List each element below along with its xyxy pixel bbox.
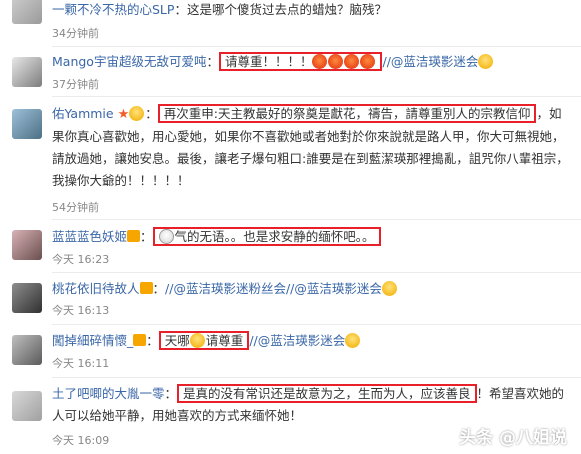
avatar[interactable] bbox=[12, 109, 42, 139]
username[interactable]: 蓝蓝蓝色妖姬 bbox=[52, 229, 127, 244]
faint-face-icon bbox=[158, 229, 174, 244]
mention-link[interactable]: //@蓝洁瑛影迷会 bbox=[249, 333, 345, 348]
timestamp: 54分钟前 bbox=[52, 201, 99, 214]
timestamp: 37分钟前 bbox=[52, 78, 99, 91]
divider bbox=[52, 272, 581, 273]
username[interactable]: Mango宇宙超级无敌可爱吨 bbox=[52, 54, 206, 69]
avatar[interactable] bbox=[12, 391, 42, 421]
username[interactable]: 佑Yammie bbox=[52, 106, 114, 121]
avatar[interactable] bbox=[12, 335, 42, 365]
divider bbox=[52, 46, 581, 47]
highlight-box: 再次重申:天主教最好的祭奠是獻花，禱告，請尊重別人的宗教信仰 bbox=[157, 104, 537, 123]
timestamp: 今天 16:13 bbox=[52, 304, 110, 317]
timestamp: 今天 16:09 bbox=[52, 434, 110, 447]
angry-face-icon bbox=[328, 54, 344, 69]
star-badge-icon: ★ bbox=[117, 107, 130, 122]
watermark: 头条 @八姐说 bbox=[459, 428, 567, 448]
comment-text: 气的无语。。也是求安静的缅怀吧。。 bbox=[174, 229, 375, 244]
mention-link[interactable]: //@蓝洁瑛影迷会 bbox=[382, 54, 478, 69]
timestamp: 34分钟前 bbox=[52, 27, 99, 40]
mention-link[interactable]: //@蓝洁瑛影迷会 bbox=[286, 281, 382, 296]
divider bbox=[52, 324, 581, 325]
avatar[interactable] bbox=[12, 0, 42, 24]
angry-face-icon bbox=[312, 54, 328, 69]
comment-text: 请尊重！！！！ bbox=[224, 54, 313, 69]
username[interactable]: 土了吧唧的大胤一零 bbox=[52, 386, 165, 401]
timestamp: 今天 16:11 bbox=[52, 357, 110, 370]
username[interactable]: 桃花依旧待故人 bbox=[52, 281, 140, 296]
comment-text: 请尊重 bbox=[205, 333, 244, 348]
vip-badge-icon bbox=[139, 282, 153, 294]
highlight-box: 天哪 请尊重 bbox=[158, 331, 250, 350]
divider bbox=[52, 219, 581, 220]
crying-face-icon bbox=[345, 333, 361, 348]
angry-face-icon bbox=[360, 54, 376, 69]
crying-face-icon bbox=[478, 54, 494, 69]
timestamp: 今天 16:23 bbox=[52, 253, 110, 266]
crying-face-icon bbox=[129, 106, 145, 121]
mention-link[interactable]: //@蓝洁瑛影迷粉丝会 bbox=[165, 281, 286, 296]
divider bbox=[52, 377, 581, 378]
divider bbox=[52, 96, 581, 97]
avatar[interactable] bbox=[12, 230, 42, 260]
highlight-box: 气的无语。。也是求安静的缅怀吧。。 bbox=[152, 227, 381, 246]
highlight-box: 请尊重！！！！ bbox=[218, 52, 383, 71]
avatar[interactable] bbox=[12, 57, 42, 87]
angry-face-icon bbox=[344, 54, 360, 69]
avatar[interactable] bbox=[12, 283, 42, 313]
username[interactable]: 一颗不冷不热的心SLP bbox=[52, 2, 174, 17]
crying-face-icon bbox=[189, 333, 205, 348]
vip-badge-icon bbox=[127, 230, 141, 242]
comment-text: 这是哪个傻货过去点的蜡烛？脑残？ bbox=[186, 2, 387, 17]
highlight-box: 是真的没有常识还是故意为之，生而为人，应该善良 bbox=[177, 384, 477, 403]
crying-face-icon bbox=[381, 281, 397, 296]
vip-badge-icon bbox=[133, 334, 147, 346]
username[interactable]: 闖掉細碎情懷_ bbox=[52, 333, 133, 348]
comment-text: 天哪 bbox=[164, 333, 190, 348]
